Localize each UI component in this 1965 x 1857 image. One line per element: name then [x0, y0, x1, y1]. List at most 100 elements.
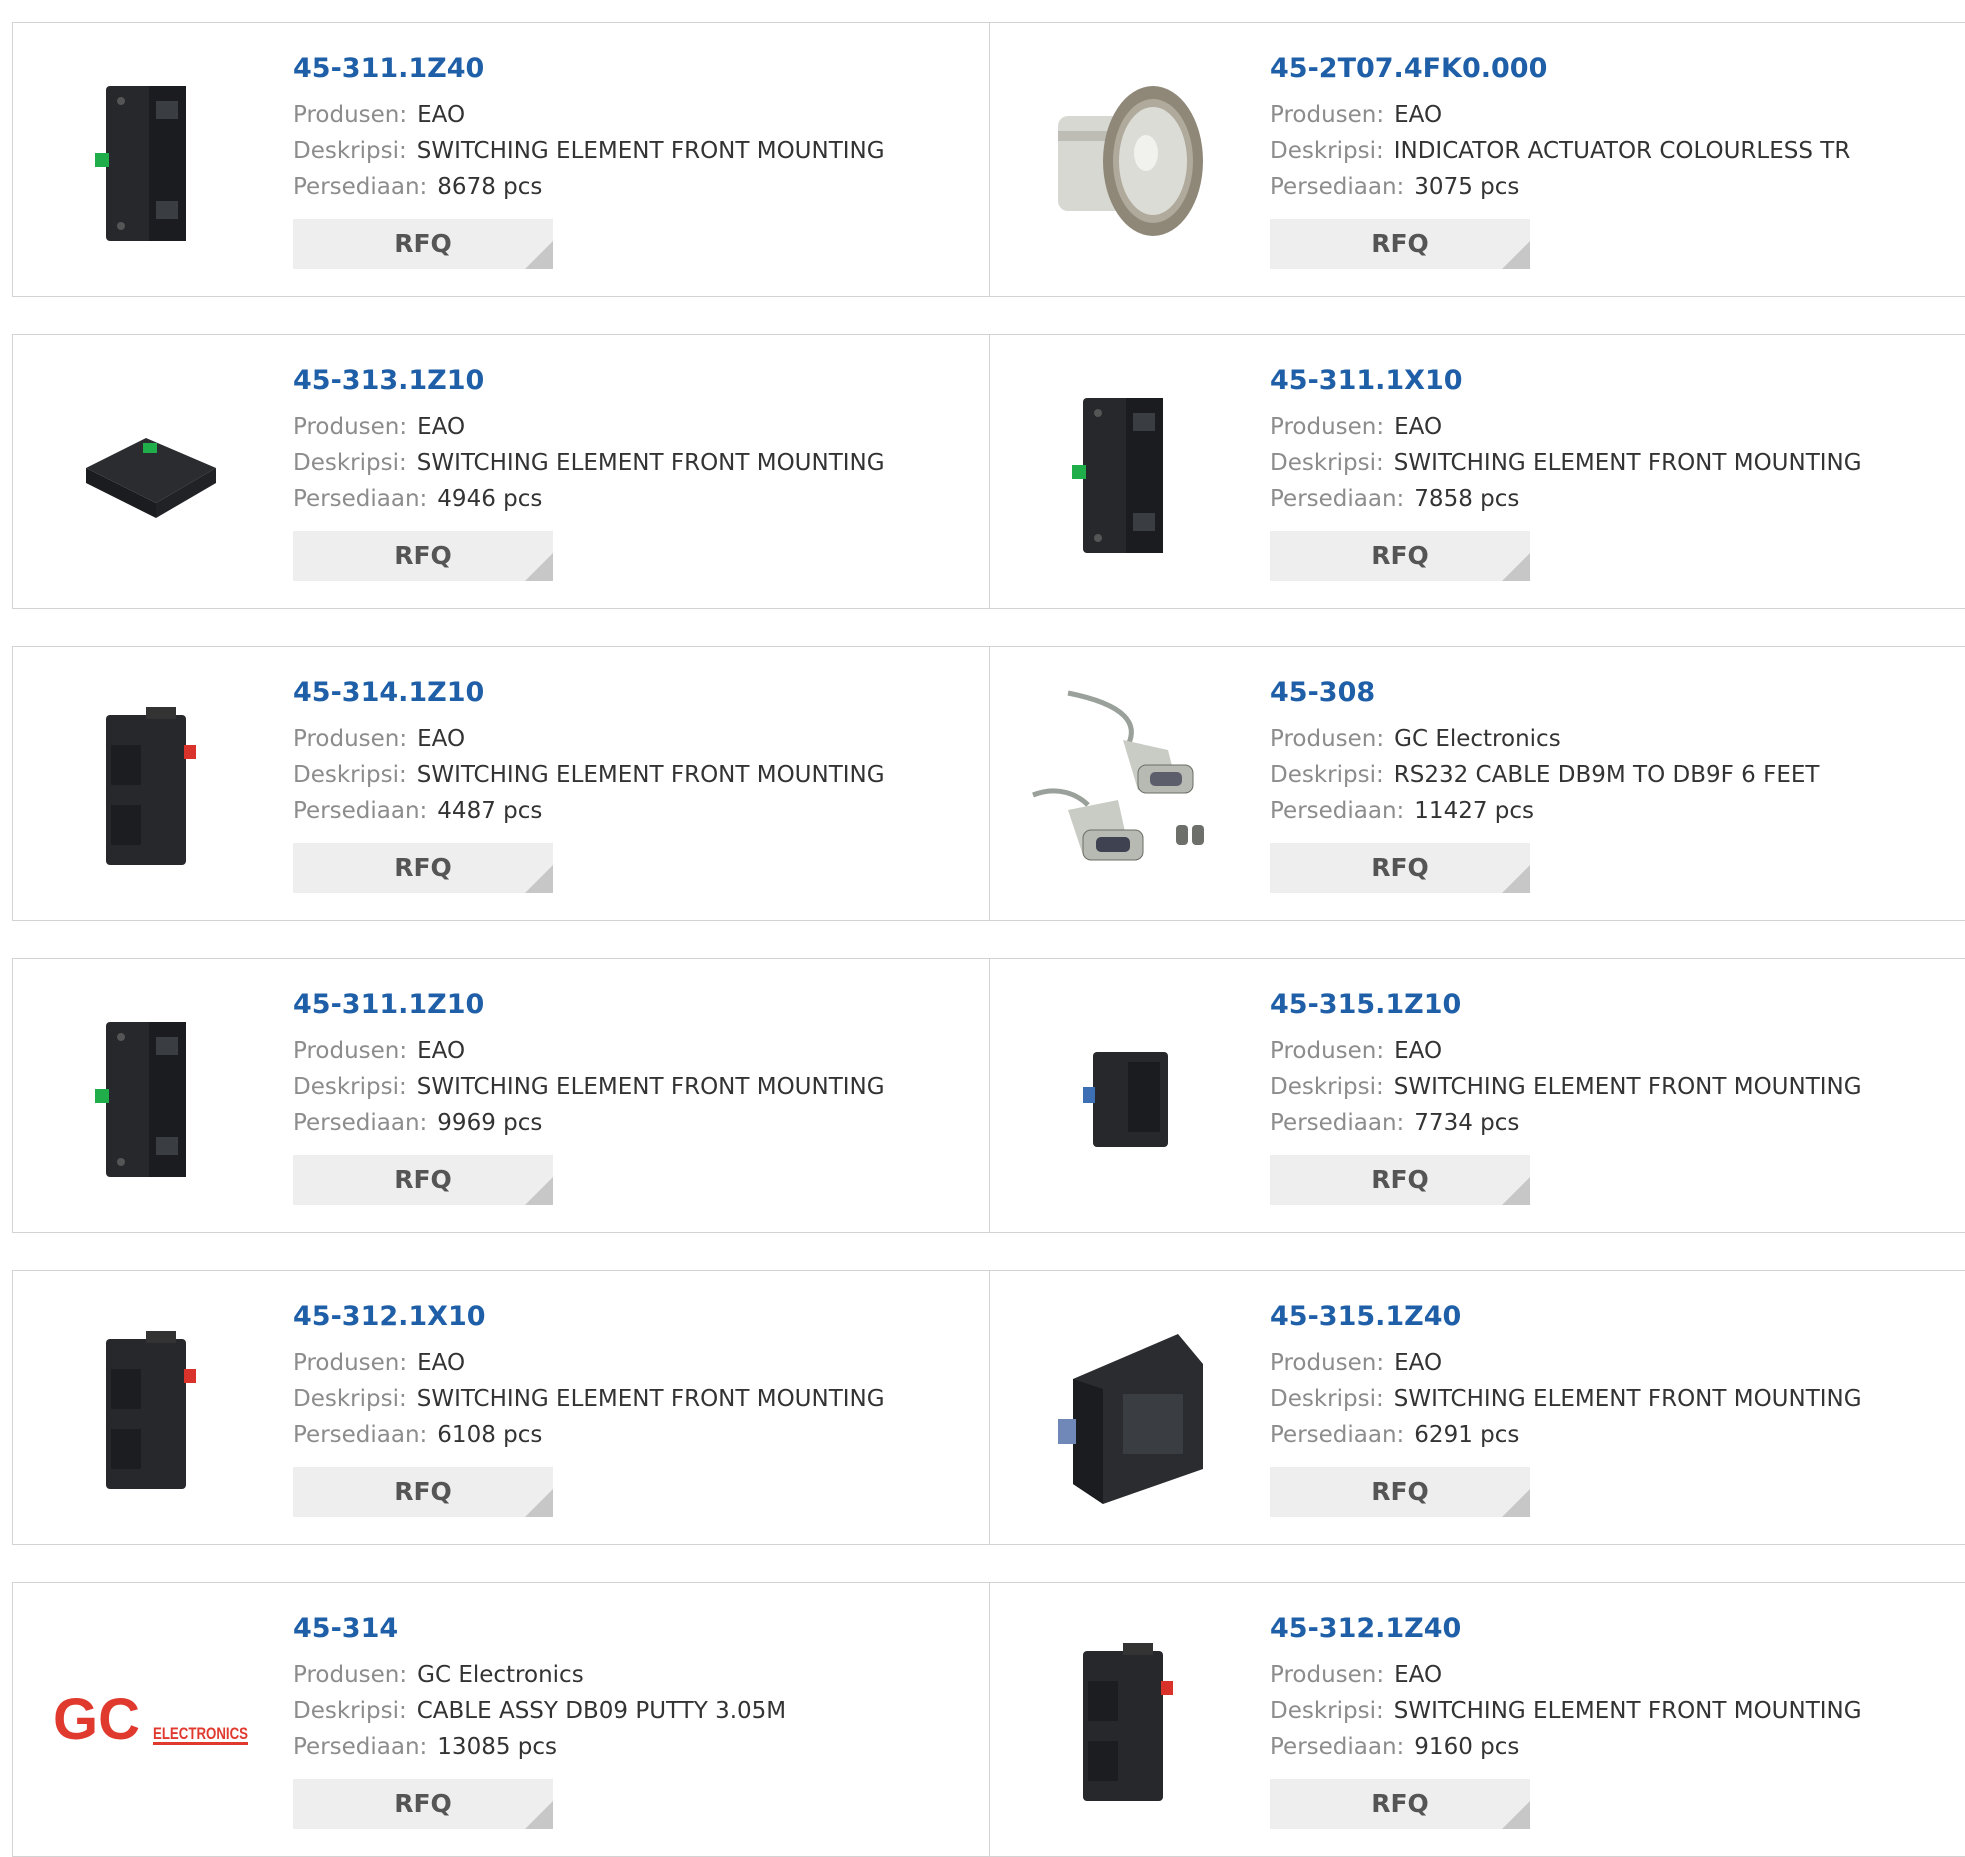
manufacturer-value: EAO	[417, 102, 466, 128]
product-info: 45-315.1Z40 Produsen: EAO Deskripsi: SWITC…	[1270, 1299, 1862, 1517]
rfq-label: RFQ	[394, 1165, 452, 1194]
part-number-link[interactable]: 45-308	[1270, 675, 1819, 711]
rfq-corner-decoration	[1502, 1801, 1530, 1829]
switch-block-green-icon[interactable]	[1028, 373, 1228, 573]
description-label: Deskripsi:	[293, 1074, 407, 1100]
description-value: SWITCHING ELEMENT FRONT MOUNTING	[416, 1386, 885, 1412]
switch-block-green-icon[interactable]	[51, 61, 251, 261]
description-label: Deskripsi:	[293, 138, 407, 164]
rfq-button[interactable]: RFQ	[293, 1155, 553, 1205]
stock-value: 7734 pcs	[1414, 1110, 1520, 1136]
rfq-corner-decoration	[1502, 1177, 1530, 1205]
rfq-button[interactable]: RFQ	[1270, 531, 1530, 581]
stock-value: 13085 pcs	[437, 1734, 558, 1760]
part-number-link[interactable]: 45-313.1Z10	[293, 363, 885, 399]
stock-value: 7858 pcs	[1414, 486, 1520, 512]
rfq-label: RFQ	[394, 1477, 452, 1506]
product-card: GC ELECTRONICS 45-314 Produsen: GC Electr…	[12, 1582, 990, 1857]
stock-row: Persediaan: 7858 pcs	[1270, 481, 1862, 517]
stock-row: Persediaan: 6291 pcs	[1270, 1417, 1862, 1453]
product-card: 45-314.1Z10 Produsen: EAO Deskripsi: SWITC…	[12, 646, 990, 921]
part-number-link[interactable]: 45-311.1Z40	[293, 51, 885, 87]
rfq-button[interactable]: RFQ	[1270, 1467, 1530, 1517]
part-number-link[interactable]: 45-315.1Z10	[1270, 987, 1862, 1023]
part-number-link[interactable]: 45-311.1X10	[1270, 363, 1862, 399]
manufacturer-label: Produsen:	[293, 726, 408, 752]
part-number-link[interactable]: 45-315.1Z40	[1270, 1299, 1862, 1335]
switch-block-green-icon[interactable]	[51, 997, 251, 1197]
rfq-corner-decoration	[525, 1177, 553, 1205]
rfq-button[interactable]: RFQ	[1270, 1155, 1530, 1205]
description-value: SWITCHING ELEMENT FRONT MOUNTING	[416, 450, 885, 476]
manufacturer-value: EAO	[417, 414, 466, 440]
manufacturer-row: Produsen: EAO	[293, 721, 885, 757]
description-label: Deskripsi:	[1270, 1698, 1384, 1724]
stock-label: Persediaan:	[293, 486, 428, 512]
switch-block-wide-icon[interactable]	[1028, 1309, 1228, 1509]
switch-block-small-icon[interactable]	[1028, 997, 1228, 1197]
rfq-button[interactable]: RFQ	[1270, 1779, 1530, 1829]
rfq-button[interactable]: RFQ	[293, 843, 553, 893]
stock-value: 4946 pcs	[437, 486, 543, 512]
description-label: Deskripsi:	[293, 1386, 407, 1412]
description-row: Deskripsi: SWITCHING ELEMENT FRONT MOUNTI…	[1270, 445, 1862, 481]
stock-label: Persediaan:	[293, 798, 428, 824]
rfq-button[interactable]: RFQ	[293, 219, 553, 269]
rfq-button[interactable]: RFQ	[293, 531, 553, 581]
rfq-button[interactable]: RFQ	[293, 1467, 553, 1517]
manufacturer-row: Produsen: GC Electronics	[1270, 721, 1819, 757]
product-info: 45-2T07.4FK0.000 Produsen: EAO Deskripsi:…	[1270, 51, 1850, 269]
manufacturer-label: Produsen:	[293, 414, 408, 440]
description-label: Deskripsi:	[1270, 450, 1384, 476]
switch-block-red-icon[interactable]	[51, 1309, 251, 1509]
product-card: 45-315.1Z10 Produsen: EAO Deskripsi: SWITC…	[989, 958, 1965, 1233]
manufacturer-label: Produsen:	[293, 1350, 408, 1376]
part-number-link[interactable]: 45-2T07.4FK0.000	[1270, 51, 1850, 87]
product-card: 45-308 Produsen: GC Electronics Deskripsi…	[989, 646, 1965, 921]
description-label: Deskripsi:	[293, 450, 407, 476]
part-number-link[interactable]: 45-314.1Z10	[293, 675, 885, 711]
manufacturer-row: Produsen: EAO	[293, 1345, 885, 1381]
stock-label: Persediaan:	[293, 1422, 428, 1448]
stock-value: 11427 pcs	[1414, 798, 1535, 824]
part-number-link[interactable]: 45-312.1X10	[293, 1299, 885, 1335]
stock-row: Persediaan: 3075 pcs	[1270, 169, 1850, 205]
part-number-link[interactable]: 45-314	[293, 1611, 786, 1647]
description-row: Deskripsi: INDICATOR ACTUATOR COLOURLESS …	[1270, 133, 1850, 169]
indicator-actuator-icon[interactable]	[1028, 61, 1228, 261]
part-number-link[interactable]: 45-311.1Z10	[293, 987, 885, 1023]
manufacturer-value: EAO	[1394, 1038, 1443, 1064]
manufacturer-value: EAO	[1394, 1350, 1443, 1376]
db9-cable-icon[interactable]	[1028, 685, 1228, 885]
rfq-button[interactable]: RFQ	[1270, 843, 1530, 893]
manufacturer-label: Produsen:	[1270, 414, 1385, 440]
manufacturer-value: GC Electronics	[1394, 726, 1561, 752]
rfq-corner-decoration	[1502, 865, 1530, 893]
description-row: Deskripsi: SWITCHING ELEMENT FRONT MOUNTI…	[1270, 1069, 1862, 1105]
part-number-link[interactable]: 45-312.1Z40	[1270, 1611, 1862, 1647]
description-value: SWITCHING ELEMENT FRONT MOUNTING	[416, 762, 885, 788]
description-row: Deskripsi: SWITCHING ELEMENT FRONT MOUNTI…	[293, 445, 885, 481]
description-value: SWITCHING ELEMENT FRONT MOUNTING	[1393, 1386, 1862, 1412]
description-label: Deskripsi:	[1270, 1386, 1384, 1412]
stock-row: Persediaan: 4946 pcs	[293, 481, 885, 517]
manufacturer-label: Produsen:	[1270, 1662, 1385, 1688]
product-card: 45-313.1Z10 Produsen: EAO Deskripsi: SWITC…	[12, 334, 990, 609]
rfq-button[interactable]: RFQ	[293, 1779, 553, 1829]
product-info: 45-314 Produsen: GC Electronics Deskripsi…	[293, 1611, 786, 1829]
rfq-button[interactable]: RFQ	[1270, 219, 1530, 269]
gc-electronics-logo[interactable]: GC ELECTRONICS	[51, 1621, 251, 1821]
stock-label: Persediaan:	[1270, 486, 1405, 512]
product-info: 45-311.1X10 Produsen: EAO Deskripsi: SWITC…	[1270, 363, 1862, 581]
rfq-label: RFQ	[1371, 1165, 1429, 1194]
product-info: 45-313.1Z10 Produsen: EAO Deskripsi: SWITC…	[293, 363, 885, 581]
stock-row: Persediaan: 4487 pcs	[293, 793, 885, 829]
description-row: Deskripsi: RS232 CABLE DB9M TO DB9F 6 FEE…	[1270, 757, 1819, 793]
rfq-corner-decoration	[525, 865, 553, 893]
stock-label: Persediaan:	[1270, 1110, 1405, 1136]
switch-block-flat-icon[interactable]	[51, 373, 251, 573]
switch-block-red-icon[interactable]	[51, 685, 251, 885]
rfq-corner-decoration	[525, 1801, 553, 1829]
product-info: 45-312.1Z40 Produsen: EAO Deskripsi: SWITC…	[1270, 1611, 1862, 1829]
switch-block-red-icon[interactable]	[1028, 1621, 1228, 1821]
